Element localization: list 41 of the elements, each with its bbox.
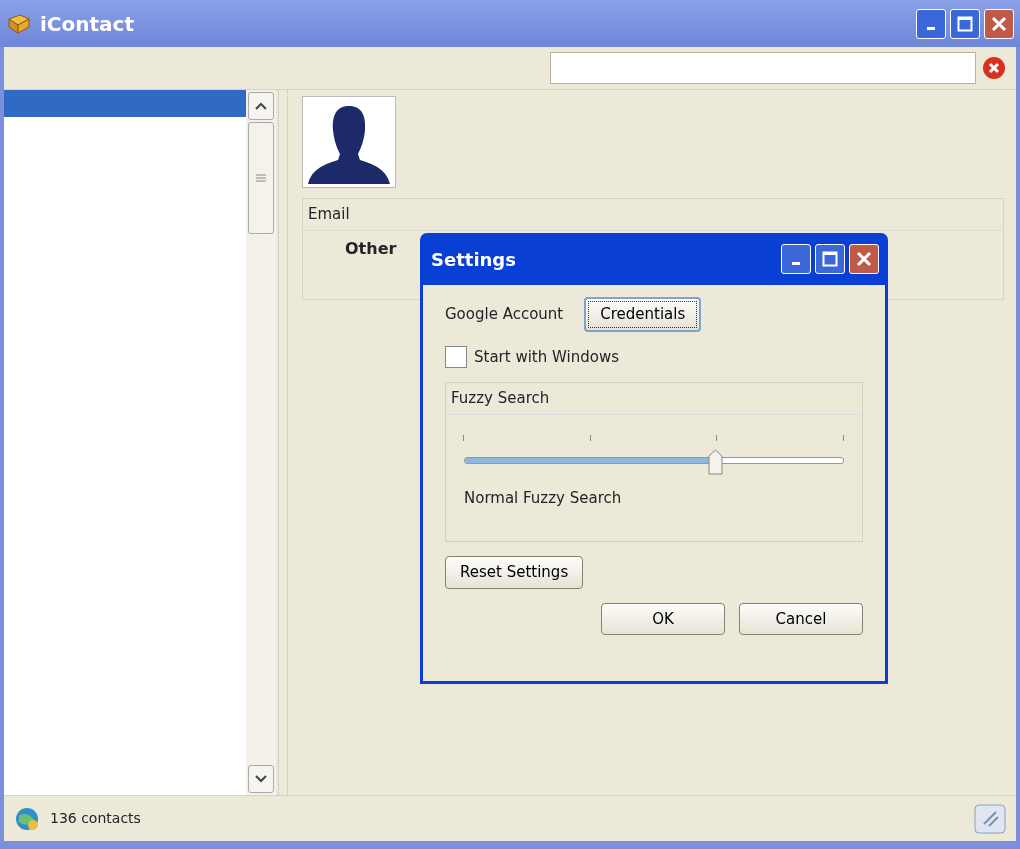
maximize-icon (957, 15, 973, 32)
window-title: iContact (40, 10, 135, 38)
resize-grip-icon[interactable] (974, 803, 1006, 834)
minimize-button[interactable] (781, 244, 811, 274)
ok-button[interactable]: OK (601, 602, 725, 635)
status-text: 136 contacts (50, 809, 141, 828)
slider-reading: Normal Fuzzy Search (463, 487, 623, 509)
scrollbar-thumb[interactable] (248, 122, 274, 234)
tick-mark (589, 434, 591, 441)
group-title: Fuzzy Search (446, 383, 862, 415)
cancel-button[interactable]: Cancel (739, 602, 863, 635)
maximize-button[interactable] (950, 8, 980, 39)
maximize-button[interactable] (815, 244, 845, 274)
tick-mark (463, 434, 464, 441)
reset-button[interactable]: Reset Settings (445, 556, 584, 589)
close-icon (856, 251, 872, 267)
credentials-button[interactable]: Credentials (584, 297, 702, 332)
dialog-title: Settings (431, 247, 517, 272)
tick-mark (843, 434, 844, 441)
minimize-button[interactable] (916, 8, 946, 39)
search-field[interactable] (550, 52, 976, 84)
scroll-down-button[interactable] (248, 765, 274, 793)
clear-icon[interactable] (982, 56, 1006, 80)
chevron-up-icon (255, 102, 267, 110)
close-button[interactable] (984, 8, 1014, 39)
close-icon (991, 15, 1007, 32)
slider-track[interactable] (464, 456, 844, 464)
slider-thumb[interactable] (707, 448, 723, 475)
minimize-icon (927, 26, 935, 30)
close-button[interactable] (849, 244, 879, 274)
globe-icon (14, 805, 40, 832)
section-header: Email (303, 199, 1003, 231)
checkbox-label: Start with Windows (474, 346, 619, 368)
scroll-up-button[interactable] (248, 92, 274, 120)
chevron-down-icon (255, 775, 267, 783)
tick-mark (716, 434, 718, 441)
checkbox[interactable] (445, 345, 467, 368)
field-label: Other (345, 237, 397, 260)
maximize-icon (822, 251, 838, 267)
minimize-icon (792, 262, 800, 265)
field-label: Google Account (445, 304, 564, 325)
